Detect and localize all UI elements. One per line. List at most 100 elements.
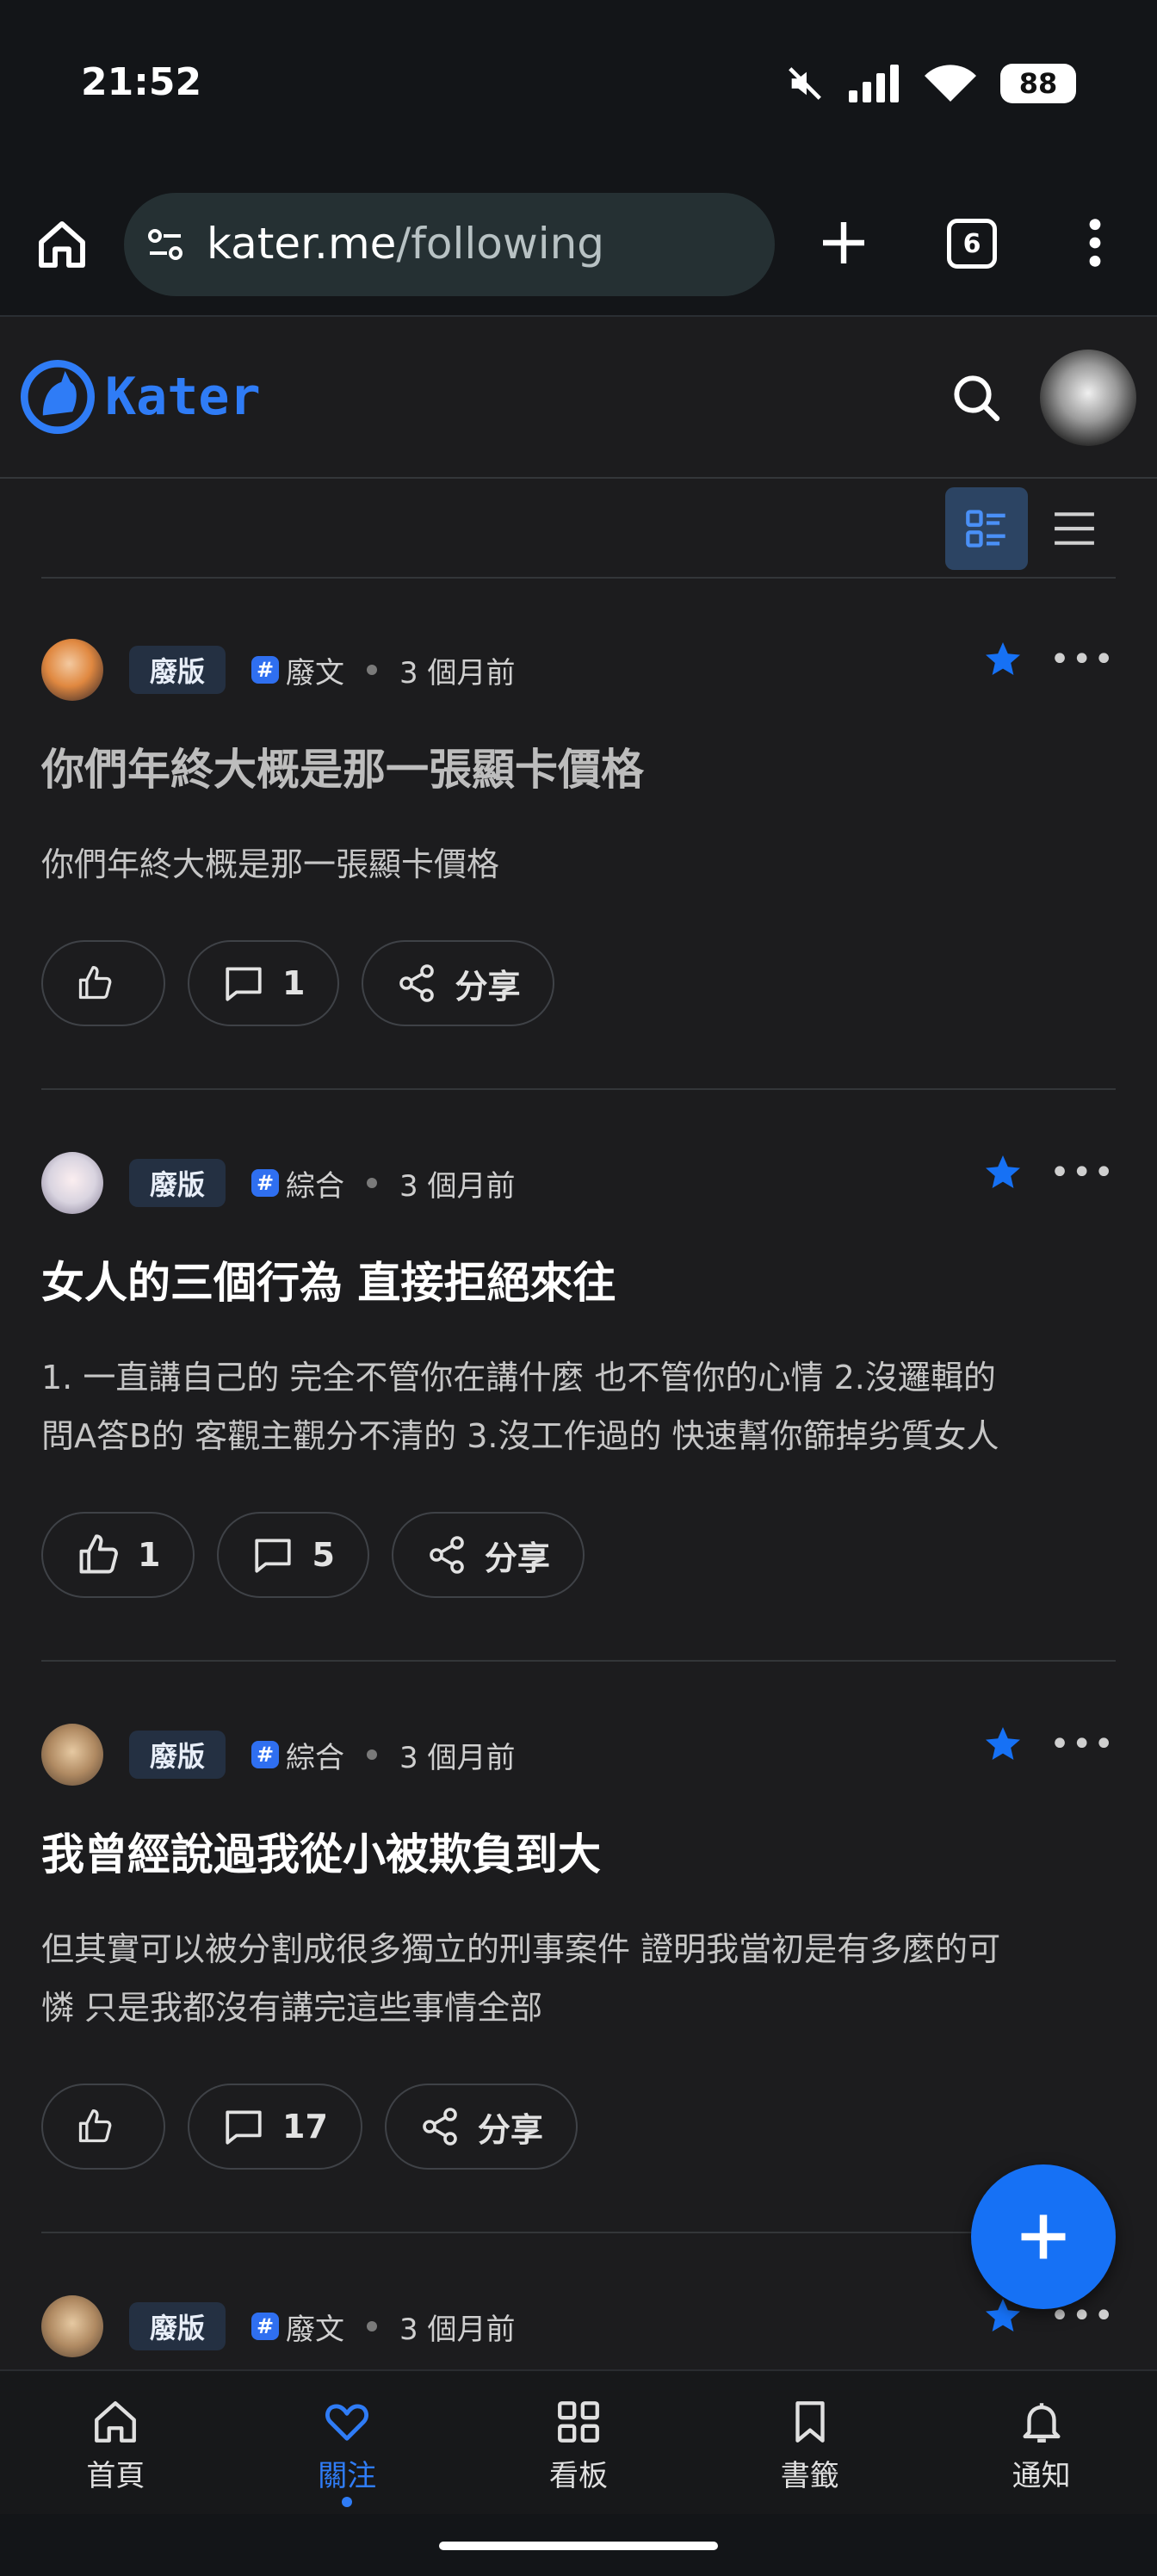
view-toggle [945, 487, 1100, 570]
divider [41, 2232, 1116, 2233]
board-chip[interactable]: 廢版 [129, 2302, 226, 2350]
nav-label: 看板 [548, 2459, 608, 2493]
comment-count: 17 [282, 2108, 328, 2146]
separator-dot [367, 1749, 378, 1760]
bookmark-icon [795, 2401, 825, 2443]
share-button[interactable]: 分享 [391, 1512, 585, 1598]
nav-label: 關注 [318, 2459, 377, 2493]
category-tag[interactable]: # 廢文 [251, 2306, 344, 2348]
like-button[interactable] [41, 2084, 165, 2170]
star-icon[interactable] [982, 1724, 1024, 1765]
plus-icon [1021, 2214, 1066, 2259]
star-icon[interactable] [982, 1152, 1024, 1193]
post-title[interactable]: 你們年終大概是那一張顯卡價格 [41, 735, 644, 797]
divider [41, 1088, 1116, 1090]
post-meta: 廢版 # 綜合 3 個月前 [41, 1152, 515, 1214]
post-title[interactable]: 我曾經說過我從小被欺負到大 [41, 1820, 601, 1882]
share-icon [399, 964, 435, 1002]
share-icon [423, 2108, 457, 2146]
nav-label: 首頁 [86, 2459, 145, 2493]
site-settings-icon[interactable] [145, 224, 186, 265]
nav-label: 通知 [1012, 2459, 1071, 2493]
active-indicator [342, 2497, 353, 2507]
nav-item-following[interactable]: 關注 [232, 2371, 463, 2514]
bell-icon [1023, 2403, 1061, 2443]
list-view-button[interactable] [1049, 487, 1100, 570]
post-action-row: 1 分享 [41, 940, 555, 1026]
like-count: 1 [138, 1536, 161, 1574]
category-tag[interactable]: # 綜合 [251, 1734, 344, 1776]
board-chip[interactable]: 廢版 [129, 1731, 226, 1779]
mute-icon [789, 67, 821, 100]
post-time: 3 個月前 [399, 1740, 516, 1775]
more-options-icon[interactable]: ••• [1049, 640, 1116, 679]
address-bar[interactable]: kater.me/following [124, 193, 775, 296]
nav-label: 書籤 [780, 2459, 839, 2493]
share-label: 分享 [484, 1539, 550, 1577]
new-tab-icon[interactable] [816, 215, 871, 270]
author-avatar[interactable] [41, 1724, 103, 1786]
post-action-row: 1 5 分享 [41, 1512, 585, 1598]
url-host: kater.me [207, 219, 397, 269]
hashtag-icon: # [251, 1741, 280, 1768]
browser-home-icon[interactable] [34, 217, 90, 272]
search-icon[interactable] [949, 370, 1004, 425]
separator-dot [367, 2321, 378, 2331]
author-avatar[interactable] [41, 639, 103, 701]
gesture-handle[interactable] [439, 2542, 718, 2550]
post-meta: 廢版 # 廢文 3 個月前 [41, 639, 515, 701]
status-time: 21:52 [81, 60, 202, 104]
comment-icon [226, 967, 262, 1001]
tab-switcher-button[interactable]: 6 [947, 219, 997, 269]
category-label: 綜合 [286, 1740, 345, 1775]
share-button[interactable]: 分享 [362, 940, 555, 1026]
url-text[interactable]: kater.me/following [207, 219, 604, 269]
post-time: 3 個月前 [399, 1168, 516, 1204]
logo-text: Kater [105, 367, 261, 427]
browser-menu-icon[interactable] [1074, 215, 1116, 270]
category-label: 廢文 [286, 655, 345, 690]
star-icon[interactable] [982, 639, 1024, 680]
site-logo[interactable]: Kater [21, 360, 261, 434]
thumbs-up-icon [78, 2109, 112, 2143]
post-excerpt[interactable]: 但其實可以被分割成很多獨立的刑事案件 證明我當初是有多麼的可 憐 只是我都沒有講… [41, 1920, 1116, 2037]
signal-icon [849, 65, 899, 102]
wifi-icon [925, 65, 976, 102]
user-avatar[interactable] [1040, 350, 1136, 446]
battery-indicator: 88 [1000, 64, 1076, 103]
like-button[interactable] [41, 940, 165, 1026]
nav-item-home[interactable]: 首頁 [0, 2371, 232, 2514]
share-button[interactable]: 分享 [384, 2084, 578, 2170]
post-excerpt-line: 問A答B的 客觀主觀分不清的 3.沒工作過的 快速幫你篩掉劣質女人 [41, 1417, 999, 1455]
more-options-icon[interactable]: ••• [1049, 1153, 1116, 1192]
comment-count: 1 [282, 964, 306, 1002]
more-options-icon[interactable]: ••• [1049, 1725, 1116, 1764]
separator-dot [367, 665, 378, 675]
board-chip[interactable]: 廢版 [129, 646, 226, 694]
list-view-icon [1055, 512, 1094, 545]
post-title[interactable]: 女人的三個行為 直接拒絕來往 [41, 1248, 616, 1310]
nav-item-notifications[interactable]: 通知 [925, 2371, 1157, 2514]
card-view-button[interactable] [945, 487, 1028, 570]
nav-item-boards[interactable]: 看板 [463, 2371, 695, 2514]
post-excerpt[interactable]: 1. 一直講自己的 完全不管你在講什麼 也不管你的心情 2.沒邏輯的 問A答B的… [41, 1348, 1116, 1465]
post-time: 3 個月前 [399, 655, 516, 690]
share-label: 分享 [477, 2110, 543, 2149]
board-chip[interactable]: 廢版 [129, 1159, 226, 1207]
author-avatar[interactable] [41, 1152, 103, 1214]
author-avatar[interactable] [41, 2295, 103, 2357]
comment-button[interactable]: 17 [188, 2084, 362, 2170]
nav-item-bookmarks[interactable]: 書籤 [694, 2371, 925, 2514]
like-button[interactable]: 1 [41, 1512, 195, 1598]
post-top-actions: ••• [982, 639, 1116, 680]
new-post-fab[interactable] [971, 2164, 1116, 2309]
divider [41, 1660, 1116, 1662]
comment-button[interactable]: 1 [188, 940, 340, 1026]
category-tag[interactable]: # 廢文 [251, 649, 344, 691]
post-excerpt-line: 但其實可以被分割成很多獨立的刑事案件 證明我當初是有多麼的可 [41, 1930, 1001, 1968]
comment-button[interactable]: 5 [217, 1512, 369, 1598]
post-excerpt[interactable]: 你們年終大概是那一張顯卡價格 [41, 835, 1116, 894]
category-label: 廢文 [286, 2312, 345, 2347]
category-tag[interactable]: # 綜合 [251, 1162, 344, 1204]
card-view-icon [966, 510, 1005, 548]
